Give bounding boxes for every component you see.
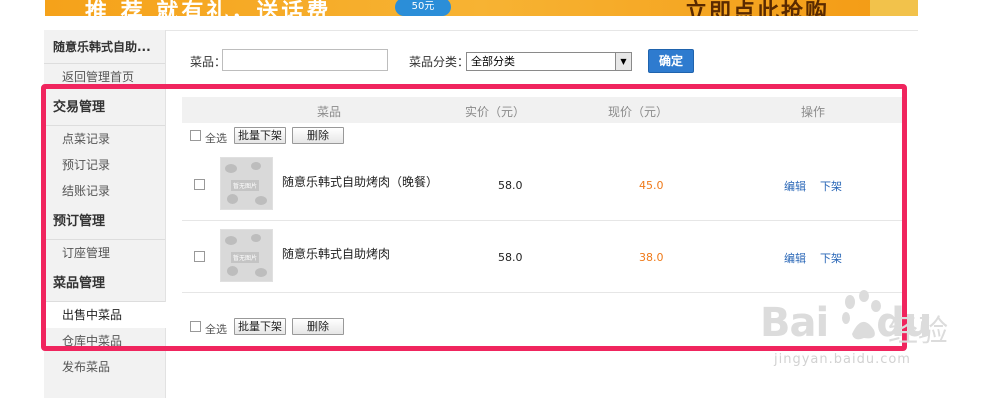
dish-thumbnail: 暂无图片: [220, 157, 273, 210]
thumb-pattern: [251, 162, 261, 170]
banner-cta[interactable]: 立即点此抢购: [685, 0, 829, 16]
sidebar-item-home[interactable]: 返回管理首页: [44, 64, 165, 90]
paw-icon: [842, 290, 881, 340]
table-row: 暂无图片 随意乐韩式自助烤肉（晚餐） 58.0 45.0 编辑 下架: [182, 149, 902, 221]
delete-button[interactable]: 删除: [292, 127, 344, 144]
header-dish: 菜品: [317, 105, 342, 119]
edit-link[interactable]: 编辑: [784, 250, 806, 266]
promo-banner[interactable]: 推 荐 就有礼，送话费 50元 立即点此抢购: [45, 0, 918, 16]
batch-delist-button[interactable]: 批量下架: [234, 127, 286, 144]
dish-thumbnail: 暂无图片: [220, 229, 273, 282]
watermark-logo: Bai du 经验 jingyan.baidu.com: [760, 290, 960, 370]
dish-current-price: 45.0: [639, 179, 664, 192]
thumb-pattern: [255, 268, 267, 277]
confirm-button[interactable]: 确定: [648, 49, 694, 73]
dish-name: 随意乐韩式自助烤肉: [282, 247, 391, 261]
dish-price: 58.0: [498, 251, 523, 264]
bulk-actions-bottom: 全选 批量下架 删除: [190, 318, 490, 338]
shop-name: 随意乐韩式自助...: [44, 30, 165, 64]
thumb-placeholder-text: 暂无图片: [231, 180, 260, 191]
page: 推 荐 就有礼，送话费 50元 立即点此抢购 随意乐韩式自助... 返回管理首页…: [0, 0, 1000, 398]
banner-text: 推 荐 就有礼，送话费: [85, 0, 332, 16]
select-all-checkbox[interactable]: [190, 321, 201, 332]
thumb-placeholder-text: 暂无图片: [231, 252, 260, 263]
header-current-price: 现价（元）: [608, 105, 669, 119]
sidebar: 随意乐韩式自助... 返回管理首页 交易管理 点菜记录 预订记录 结账记录 预订…: [44, 30, 166, 398]
sidebar-item-order-records[interactable]: 点菜记录: [44, 126, 165, 152]
select-all-label: 全选: [205, 132, 227, 145]
sidebar-group-dishes: 菜品管理: [44, 266, 165, 302]
row-checkbox[interactable]: [194, 179, 205, 190]
category-select-value: 全部分类: [471, 55, 515, 68]
dish-name: 随意乐韩式自助烤肉（晚餐）: [282, 175, 439, 189]
sidebar-group-trade: 交易管理: [44, 90, 165, 126]
sidebar-item-dishes-on-sale[interactable]: 出售中菜品: [44, 302, 166, 328]
batch-delist-button[interactable]: 批量下架: [234, 318, 286, 335]
sidebar-group-reservation: 预订管理: [44, 204, 165, 240]
table-header: 菜品 实价（元） 现价（元） 操作: [182, 97, 902, 123]
dish-search-input[interactable]: [222, 49, 388, 71]
sidebar-item-dishes-in-stock[interactable]: 仓库中菜品: [44, 328, 165, 354]
watermark-url: jingyan.baidu.com: [774, 352, 911, 367]
thumb-pattern: [255, 196, 267, 205]
bulk-actions-top: 全选 批量下架 删除: [190, 127, 490, 147]
dish-current-price: 38.0: [639, 251, 664, 264]
sidebar-item-reservation-records[interactable]: 预订记录: [44, 152, 165, 178]
dish-filter-label: 菜品：: [190, 55, 227, 69]
delist-link[interactable]: 下架: [820, 250, 842, 266]
sidebar-item-checkout-records[interactable]: 结账记录: [44, 178, 165, 204]
thumb-pattern: [227, 194, 238, 204]
thumb-pattern: [227, 266, 238, 276]
watermark-cn: 经验: [888, 314, 948, 349]
sidebar-item-publish-dish[interactable]: 发布菜品: [44, 354, 165, 380]
filter-bar: 菜品： 菜品分类： 全部分类 ▼ 确定: [166, 47, 918, 75]
delete-button[interactable]: 删除: [292, 318, 344, 335]
thumb-pattern: [251, 234, 261, 242]
row-checkbox[interactable]: [194, 251, 205, 262]
thumb-pattern: [225, 236, 237, 245]
select-all-label: 全选: [205, 323, 227, 336]
banner-badge: 50元: [395, 0, 451, 16]
header-actions: 操作: [801, 105, 826, 119]
chevron-down-icon[interactable]: ▼: [615, 53, 631, 70]
delist-link[interactable]: 下架: [820, 178, 842, 194]
table-row: 暂无图片 随意乐韩式自助烤肉 58.0 38.0 编辑 下架: [182, 221, 902, 293]
category-filter-label: 菜品分类：: [409, 55, 470, 69]
edit-link[interactable]: 编辑: [784, 178, 806, 194]
banner-decoration: [870, 0, 918, 16]
category-select[interactable]: 全部分类 ▼: [466, 52, 632, 71]
select-all-checkbox[interactable]: [190, 130, 201, 141]
thumb-pattern: [225, 164, 237, 173]
header-price: 实价（元）: [465, 105, 526, 119]
sidebar-item-seat-management[interactable]: 订座管理: [44, 240, 165, 266]
dish-price: 58.0: [498, 179, 523, 192]
